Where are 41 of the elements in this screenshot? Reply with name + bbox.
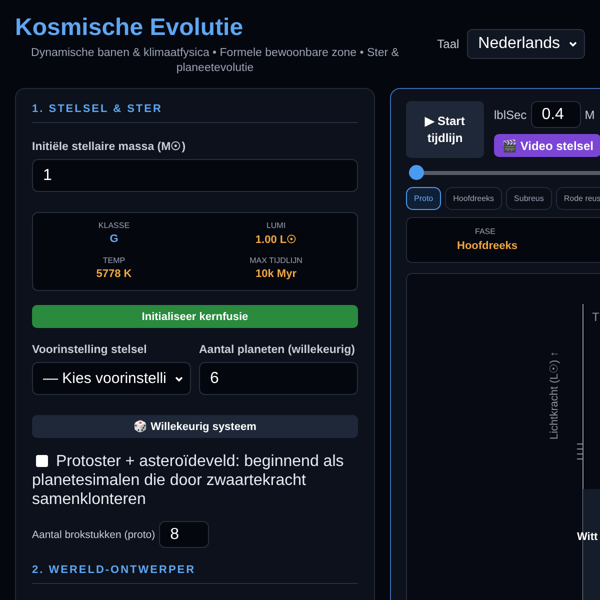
preset-select[interactable]: — Kies voorinstelli — [32, 362, 191, 395]
slider-thumb[interactable] — [409, 165, 424, 180]
axis-label: Lichtkracht (L☉) ↑ — [548, 350, 560, 440]
phase-value: Hoofdreeks — [457, 240, 518, 252]
fragments-input[interactable]: 8 — [159, 521, 210, 548]
phase-tab[interactable]: Hoofdreeks — [445, 187, 502, 210]
chevron-down-icon — [568, 39, 578, 49]
stat-value: G — [110, 233, 118, 245]
section-heading: 1. STELSEL & STER — [32, 103, 358, 123]
phase-tab[interactable]: Proto — [406, 187, 442, 210]
speed-input[interactable]: 0.4 — [530, 101, 581, 128]
app-title: Kosmische Evolutie — [15, 14, 244, 42]
random-system-button[interactable]: 🎲 Willekeurig systeem — [32, 415, 358, 438]
protostar-checkbox-label[interactable]: Protoster + asteroïdeveld: beginnend als planetesimalen die door zwaartekracht samenklonteren — [32, 452, 358, 509]
ignite-button[interactable]: Initialiseer kernfusie — [32, 305, 358, 328]
stat-label: KLASSE — [98, 221, 130, 230]
field-label: M — [584, 108, 595, 122]
stat-label: MAX TIJDLIJN — [250, 256, 302, 265]
axis-label: T — [592, 310, 600, 324]
planet-count-input[interactable]: 6 — [199, 362, 358, 395]
language-select[interactable]: Nederlands — [467, 29, 585, 59]
region-label: Witt — [577, 531, 598, 543]
section-heading: 2. WERELD-ONTWERPER — [32, 564, 358, 584]
phase-tab[interactable]: Subreus — [506, 187, 552, 210]
stat-value: 10k Myr — [256, 268, 296, 280]
video-button[interactable]: 🎬 Video stelsel — [494, 134, 600, 157]
field-label: Voorinstelling stelsel — [32, 344, 148, 356]
phase-label: FASE — [475, 227, 496, 236]
checkbox[interactable] — [36, 455, 48, 467]
start-timeline-button[interactable]: ▶ Start tijdlijn — [406, 101, 484, 158]
stat-label: TEMP — [102, 256, 126, 265]
speed-label: lblSec — [494, 108, 527, 122]
field-label: Aantal planeten (willekeurig) — [199, 344, 356, 356]
field-label: Aantal brokstukken (proto) — [32, 528, 156, 540]
stat-value: 5778 K — [96, 268, 132, 280]
language-label: Taal — [437, 37, 460, 51]
field-label: Initiële stellaire massa (M☉) — [32, 140, 187, 153]
app-subtitle: Dynamische banen & klimaatfysica • Formele bewoonbare zone • Ster & planeetevolutie — [30, 46, 400, 76]
mass-input[interactable]: 1 — [32, 159, 358, 192]
stat-label: LUMI — [266, 221, 286, 230]
stat-value: 1.00 L☉ — [255, 233, 297, 246]
